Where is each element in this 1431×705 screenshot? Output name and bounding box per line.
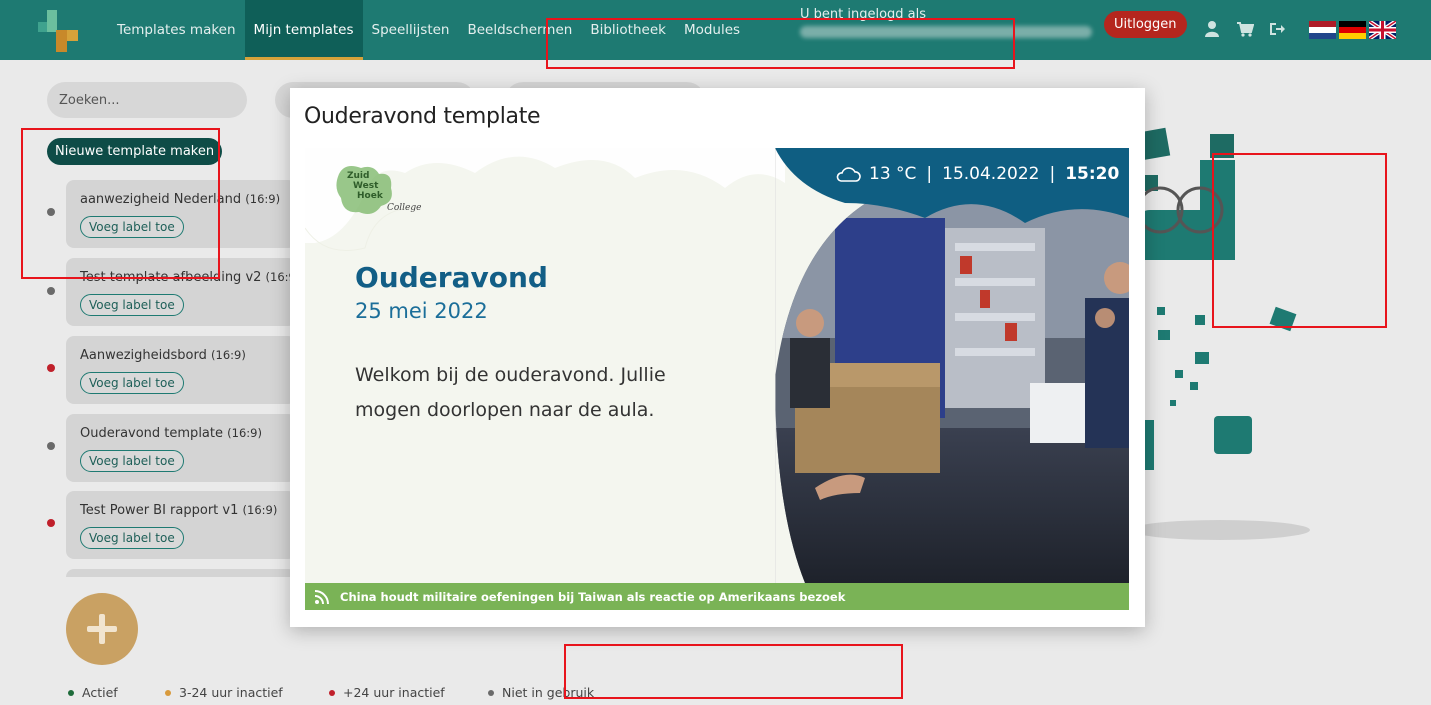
status-dot: [47, 442, 55, 450]
preview-date: 25 mei 2022: [355, 299, 488, 323]
flag-nl-icon[interactable]: [1309, 21, 1336, 39]
annotation-box: [1212, 153, 1387, 328]
legend-dot: [68, 689, 74, 696]
modal-title: Ouderavond template: [304, 104, 541, 129]
cloud-icon: [836, 167, 861, 182]
add-label-button[interactable]: Voeg label toe: [80, 294, 184, 316]
sign-out-icon[interactable]: [1268, 20, 1286, 38]
legend-item-3-24: 3-24 uur inactief: [165, 685, 283, 700]
template-name: Aanwezigheidsbord: [80, 348, 207, 363]
template-preview: Zuid West Hoek College Ouderavond 25 mei…: [305, 148, 1129, 610]
template-name: Ouderavond template: [80, 426, 223, 441]
nav-speellijsten[interactable]: Speellijsten: [363, 0, 459, 60]
plus-icon: [87, 614, 117, 644]
template-ratio: (16:9): [245, 192, 281, 206]
add-label-button[interactable]: Voeg label toe: [80, 372, 184, 394]
school-logo: Zuid West Hoek College: [336, 166, 421, 214]
annotation-box: [546, 18, 1015, 69]
flag-de-icon[interactable]: [1339, 21, 1366, 39]
weather-date: 15.04.2022: [942, 164, 1040, 184]
template-ratio: (16:9): [242, 503, 278, 517]
app-logo[interactable]: [38, 10, 78, 52]
template-card[interactable]: Test Power BI rapport v1 (16:9) Voeg lab…: [66, 491, 296, 559]
logo-text: Hoek: [357, 191, 384, 201]
ticker-text: China houdt militaire oefeningen bij Tai…: [340, 589, 846, 604]
legend-dot: [165, 689, 171, 696]
rss-icon: [314, 589, 329, 604]
nav-templates-maken[interactable]: Templates maken: [108, 0, 245, 60]
status-dot: [47, 287, 55, 295]
legend-dot: [329, 689, 335, 696]
annotation-box: [564, 644, 903, 699]
logo-text: West: [353, 181, 379, 191]
separator: |: [926, 164, 933, 184]
logo-text: Zuid: [347, 171, 369, 181]
add-label-button[interactable]: Voeg label toe: [80, 450, 184, 472]
preview-heading: Ouderavond: [355, 261, 548, 294]
template-ratio: (16:9): [211, 348, 246, 362]
template-name: Test Power BI rapport v1: [80, 503, 239, 518]
search-input[interactable]: [47, 82, 247, 118]
legend-item-actief: Actief: [68, 685, 118, 700]
add-template-button[interactable]: [66, 593, 138, 665]
logout-button[interactable]: Uitloggen: [1104, 11, 1187, 38]
status-dot: [47, 364, 55, 372]
template-preview-modal: Ouderavond template Zuid West Hoek Colle…: [290, 88, 1145, 627]
cart-icon[interactable]: [1236, 20, 1254, 38]
legend-dot: [488, 689, 494, 696]
weather-time: 15:20: [1065, 164, 1120, 184]
user-icon[interactable]: [1203, 20, 1221, 38]
template-card-partial[interactable]: [66, 569, 296, 577]
nav-mijn-templates[interactable]: Mijn templates: [244, 0, 363, 60]
preview-body-text: Welkom bij de ouderavond. Jullie mogen d…: [355, 364, 666, 421]
weather-bar: 13 °C | 15.04.2022 | 15:20: [835, 164, 1119, 184]
legend-item-24-plus: +24 uur inactief: [329, 685, 445, 700]
flag-uk-icon[interactable]: [1369, 21, 1396, 39]
event-photo: [775, 148, 1129, 583]
add-label-button[interactable]: Voeg label toe: [80, 527, 184, 549]
logo-text: College: [387, 203, 421, 213]
template-card[interactable]: Aanwezigheidsbord (16:9) Voeg label toe: [66, 336, 296, 404]
separator: |: [1049, 164, 1056, 184]
news-ticker: China houdt militaire oefeningen bij Tai…: [305, 583, 1129, 610]
annotation-box: [21, 128, 220, 279]
template-ratio: (16:9): [227, 426, 262, 440]
status-dot: [47, 519, 55, 527]
template-card[interactable]: Ouderavond template (16:9) Voeg label to…: [66, 414, 296, 482]
weather-temperature: 13 °C: [869, 164, 917, 184]
